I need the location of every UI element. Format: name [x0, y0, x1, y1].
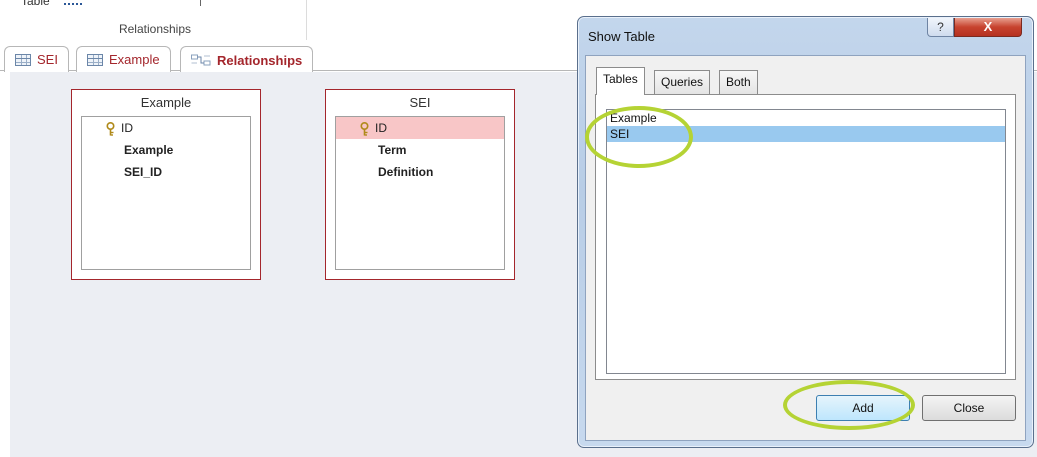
table-icon — [15, 53, 31, 66]
field-name: ID — [375, 121, 387, 135]
ribbon-group-relationships: Relationships — [118, 22, 192, 36]
tab-label: Relationships — [217, 52, 303, 68]
close-button[interactable]: Close — [922, 395, 1016, 421]
tab-example[interactable]: Example — [76, 46, 171, 72]
tab-queries[interactable]: Queries — [654, 70, 711, 94]
list-item-sei[interactable]: SEI — [607, 126, 1005, 142]
tab-panel-tables: Example SEI — [595, 94, 1016, 380]
dialog-title: Show Table — [588, 29, 655, 44]
field-list-example[interactable]: Example ID Example SEI_ID — [71, 89, 261, 280]
field-row-term[interactable]: Term — [336, 139, 504, 161]
field-name: ID — [121, 121, 133, 135]
field-list-body: ID Example SEI_ID — [81, 116, 251, 270]
field-row-sei-id[interactable]: SEI_ID — [82, 161, 250, 183]
tab-relationships[interactable]: Relationships — [180, 46, 314, 73]
relationships-icon — [191, 54, 211, 66]
primary-key-icon — [106, 121, 115, 136]
tab-sei[interactable]: SEI — [4, 46, 69, 72]
list-item-example[interactable]: Example — [607, 110, 1005, 126]
tab-label: Example — [109, 52, 160, 67]
field-list-title[interactable]: SEI — [326, 90, 514, 116]
field-row-definition[interactable]: Definition — [336, 161, 504, 183]
help-button[interactable]: ? — [927, 18, 954, 37]
dialog-content: Tables Queries Both Example SEI Add Clos… — [585, 55, 1026, 441]
add-button[interactable]: Add — [816, 395, 910, 421]
tab-label: SEI — [37, 52, 58, 67]
close-icon[interactable]: X — [954, 18, 1022, 37]
ribbon-group-separator — [306, 0, 307, 40]
ribbon-tick — [200, 0, 201, 6]
tab-tables[interactable]: Tables — [596, 67, 645, 95]
tab-both[interactable]: Both — [719, 70, 758, 94]
ribbon-table-label: Table — [21, 0, 50, 8]
field-row-example[interactable]: Example — [82, 139, 250, 161]
ribbon-shortcut-hint — [64, 3, 82, 5]
field-row-id[interactable]: ID — [82, 117, 250, 139]
table-list[interactable]: Example SEI — [606, 109, 1006, 374]
show-table-dialog: Show Table ? X Tables Queries Both Examp… — [577, 16, 1034, 448]
field-list-body: ID Term Definition — [335, 116, 505, 270]
field-list-sei[interactable]: SEI ID Term Definition — [325, 89, 515, 280]
field-list-title[interactable]: Example — [72, 90, 260, 116]
primary-key-icon — [360, 121, 369, 136]
field-row-id[interactable]: ID — [336, 117, 504, 139]
table-icon — [87, 53, 103, 66]
